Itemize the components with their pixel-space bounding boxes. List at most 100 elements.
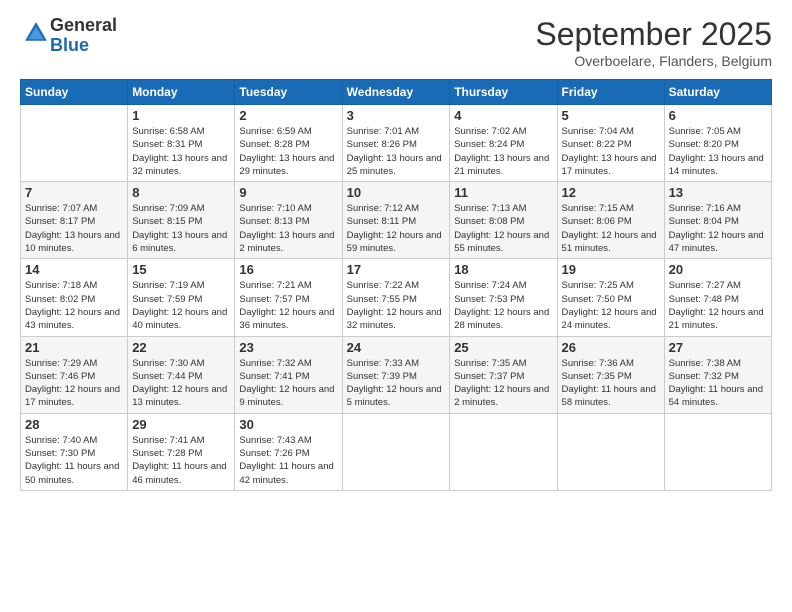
day-info: Sunrise: 7:22 AMSunset: 7:55 PMDaylight:… bbox=[347, 279, 446, 332]
table-row: 26 Sunrise: 7:36 AMSunset: 7:35 PMDayligh… bbox=[557, 336, 664, 413]
day-number: 24 bbox=[347, 340, 446, 355]
day-number: 19 bbox=[562, 262, 660, 277]
table-row: 8Sunrise: 7:09 AMSunset: 8:15 PMDaylight… bbox=[128, 182, 235, 259]
logo-icon bbox=[22, 19, 50, 47]
day-info: Sunrise: 7:29 AMSunset: 7:46 PMDaylight:… bbox=[25, 357, 123, 410]
day-info: Sunrise: 7:32 AMSunset: 7:41 PMDaylight:… bbox=[239, 357, 337, 410]
header-row: Sunday Monday Tuesday Wednesday Thursday… bbox=[21, 80, 772, 105]
table-row: 25Sunrise: 7:35 AMSunset: 7:37 PMDayligh… bbox=[450, 336, 557, 413]
table-row: 12 Sunrise: 7:15 AMSunset: 8:06 PMDayligh… bbox=[557, 182, 664, 259]
table-row: 11 Sunrise: 7:13 AMSunset: 8:08 PMDayligh… bbox=[450, 182, 557, 259]
day-number: 13 bbox=[669, 185, 767, 200]
day-info: Sunrise: 7:36 AMSunset: 7:35 PMDaylight:… bbox=[562, 357, 660, 410]
day-number: 4 bbox=[454, 108, 552, 123]
table-row: 22Sunrise: 7:30 AMSunset: 7:44 PMDayligh… bbox=[128, 336, 235, 413]
day-info: Sunrise: 7:38 AMSunset: 7:32 PMDaylight:… bbox=[669, 357, 767, 410]
table-row: 28Sunrise: 7:40 AMSunset: 7:30 PMDayligh… bbox=[21, 413, 128, 490]
day-number: 21 bbox=[25, 340, 123, 355]
day-info: Sunrise: 7:40 AMSunset: 7:30 PMDaylight:… bbox=[25, 434, 123, 487]
page: General Blue September 2025 Overboelare,… bbox=[0, 0, 792, 612]
day-info: Sunrise: 7:04 AMSunset: 8:22 PMDaylight:… bbox=[562, 125, 660, 178]
table-row bbox=[21, 105, 128, 182]
table-row bbox=[557, 413, 664, 490]
table-row: 27 Sunrise: 7:38 AMSunset: 7:32 PMDayligh… bbox=[664, 336, 771, 413]
day-number: 23 bbox=[239, 340, 337, 355]
day-info: Sunrise: 7:05 AMSunset: 8:20 PMDaylight:… bbox=[669, 125, 767, 178]
table-row bbox=[342, 413, 450, 490]
day-info: Sunrise: 7:25 AMSunset: 7:50 PMDaylight:… bbox=[562, 279, 660, 332]
table-row: 17 Sunrise: 7:22 AMSunset: 7:55 PMDayligh… bbox=[342, 259, 450, 336]
day-number: 22 bbox=[132, 340, 230, 355]
day-number: 29 bbox=[132, 417, 230, 432]
day-number: 17 bbox=[347, 262, 446, 277]
day-info: Sunrise: 7:12 AMSunset: 8:11 PMDaylight:… bbox=[347, 202, 446, 255]
day-info: Sunrise: 6:58 AMSunset: 8:31 PMDaylight:… bbox=[132, 125, 230, 178]
col-saturday: Saturday bbox=[664, 80, 771, 105]
day-info: Sunrise: 7:27 AMSunset: 7:48 PMDaylight:… bbox=[669, 279, 767, 332]
day-number: 11 bbox=[454, 185, 552, 200]
table-row: 6 Sunrise: 7:05 AMSunset: 8:20 PMDaylight… bbox=[664, 105, 771, 182]
table-row: 1 Sunrise: 6:58 AMSunset: 8:31 PMDaylight… bbox=[128, 105, 235, 182]
calendar: Sunday Monday Tuesday Wednesday Thursday… bbox=[20, 79, 772, 491]
day-number: 1 bbox=[132, 108, 230, 123]
day-number: 27 bbox=[669, 340, 767, 355]
day-info: Sunrise: 7:33 AMSunset: 7:39 PMDaylight:… bbox=[347, 357, 446, 410]
day-number: 25 bbox=[454, 340, 552, 355]
day-number: 30 bbox=[239, 417, 337, 432]
col-wednesday: Wednesday bbox=[342, 80, 450, 105]
table-row: 20 Sunrise: 7:27 AMSunset: 7:48 PMDayligh… bbox=[664, 259, 771, 336]
table-row: 13 Sunrise: 7:16 AMSunset: 8:04 PMDayligh… bbox=[664, 182, 771, 259]
table-row: 10Sunrise: 7:12 AMSunset: 8:11 PMDayligh… bbox=[342, 182, 450, 259]
day-number: 12 bbox=[562, 185, 660, 200]
day-number: 26 bbox=[562, 340, 660, 355]
col-monday: Monday bbox=[128, 80, 235, 105]
day-info: Sunrise: 7:21 AMSunset: 7:57 PMDaylight:… bbox=[239, 279, 337, 332]
col-thursday: Thursday bbox=[450, 80, 557, 105]
day-number: 14 bbox=[25, 262, 123, 277]
day-number: 2 bbox=[239, 108, 337, 123]
col-tuesday: Tuesday bbox=[235, 80, 342, 105]
table-row: 19 Sunrise: 7:25 AMSunset: 7:50 PMDayligh… bbox=[557, 259, 664, 336]
day-number: 9 bbox=[239, 185, 337, 200]
day-info: Sunrise: 7:07 AMSunset: 8:17 PMDaylight:… bbox=[25, 202, 123, 255]
col-sunday: Sunday bbox=[21, 80, 128, 105]
day-info: Sunrise: 7:10 AMSunset: 8:13 PMDaylight:… bbox=[239, 202, 337, 255]
table-row: 14 Sunrise: 7:18 AMSunset: 8:02 PMDayligh… bbox=[21, 259, 128, 336]
table-row: 23 Sunrise: 7:32 AMSunset: 7:41 PMDayligh… bbox=[235, 336, 342, 413]
month-title: September 2025 bbox=[535, 16, 772, 53]
logo: General Blue bbox=[20, 16, 117, 56]
logo-blue-text: Blue bbox=[50, 35, 89, 55]
day-number: 6 bbox=[669, 108, 767, 123]
table-row: 4 Sunrise: 7:02 AMSunset: 8:24 PMDaylight… bbox=[450, 105, 557, 182]
table-row: 15Sunrise: 7:19 AMSunset: 7:59 PMDayligh… bbox=[128, 259, 235, 336]
table-row: 18Sunrise: 7:24 AMSunset: 7:53 PMDayligh… bbox=[450, 259, 557, 336]
title-block: September 2025 Overboelare, Flanders, Be… bbox=[535, 16, 772, 69]
day-info: Sunrise: 7:13 AMSunset: 8:08 PMDaylight:… bbox=[454, 202, 552, 255]
day-info: Sunrise: 7:15 AMSunset: 8:06 PMDaylight:… bbox=[562, 202, 660, 255]
day-info: Sunrise: 7:18 AMSunset: 8:02 PMDaylight:… bbox=[25, 279, 123, 332]
table-row bbox=[664, 413, 771, 490]
day-number: 3 bbox=[347, 108, 446, 123]
table-row: 21 Sunrise: 7:29 AMSunset: 7:46 PMDayligh… bbox=[21, 336, 128, 413]
header: General Blue September 2025 Overboelare,… bbox=[20, 16, 772, 69]
day-info: Sunrise: 7:19 AMSunset: 7:59 PMDaylight:… bbox=[132, 279, 230, 332]
table-row: 30Sunrise: 7:43 AMSunset: 7:26 PMDayligh… bbox=[235, 413, 342, 490]
table-row bbox=[450, 413, 557, 490]
day-number: 5 bbox=[562, 108, 660, 123]
table-row: 2 Sunrise: 6:59 AMSunset: 8:28 PMDaylight… bbox=[235, 105, 342, 182]
logo-general-text: General bbox=[50, 15, 117, 35]
location: Overboelare, Flanders, Belgium bbox=[535, 53, 772, 69]
day-info: Sunrise: 7:02 AMSunset: 8:24 PMDaylight:… bbox=[454, 125, 552, 178]
day-info: Sunrise: 7:16 AMSunset: 8:04 PMDaylight:… bbox=[669, 202, 767, 255]
day-info: Sunrise: 7:24 AMSunset: 7:53 PMDaylight:… bbox=[454, 279, 552, 332]
table-row: 3 Sunrise: 7:01 AMSunset: 8:26 PMDaylight… bbox=[342, 105, 450, 182]
day-info: Sunrise: 7:09 AMSunset: 8:15 PMDaylight:… bbox=[132, 202, 230, 255]
day-info: Sunrise: 6:59 AMSunset: 8:28 PMDaylight:… bbox=[239, 125, 337, 178]
day-number: 16 bbox=[239, 262, 337, 277]
day-info: Sunrise: 7:01 AMSunset: 8:26 PMDaylight:… bbox=[347, 125, 446, 178]
table-row: 5 Sunrise: 7:04 AMSunset: 8:22 PMDaylight… bbox=[557, 105, 664, 182]
day-number: 7 bbox=[25, 185, 123, 200]
day-number: 20 bbox=[669, 262, 767, 277]
table-row: 16 Sunrise: 7:21 AMSunset: 7:57 PMDayligh… bbox=[235, 259, 342, 336]
table-row: 24 Sunrise: 7:33 AMSunset: 7:39 PMDayligh… bbox=[342, 336, 450, 413]
